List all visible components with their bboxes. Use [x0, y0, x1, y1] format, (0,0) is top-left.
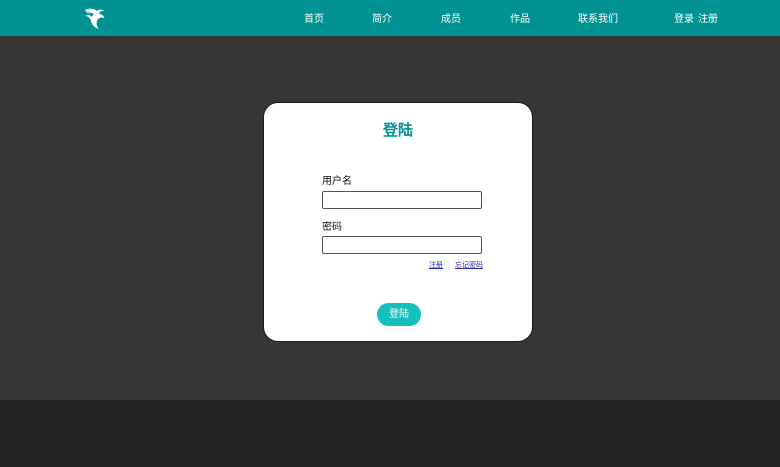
top-navbar: 首页 简介 成员 作品 联系我们 登录 注册: [0, 0, 780, 36]
forgot-password-link[interactable]: 忘记密码: [455, 261, 483, 270]
nav-register-link[interactable]: 注册: [698, 0, 718, 36]
footer: [0, 400, 780, 467]
login-title: 登陆: [382, 121, 413, 139]
nav-link-intro[interactable]: 简介: [372, 0, 392, 36]
nav-login-link[interactable]: 登录: [674, 0, 694, 36]
register-link[interactable]: 注册: [429, 261, 443, 270]
username-input[interactable]: [322, 191, 482, 209]
nav-link-members[interactable]: 成员: [441, 0, 461, 36]
nav-link-contact[interactable]: 联系我们: [578, 0, 618, 36]
password-label: 密码: [322, 222, 342, 233]
nav-link-home[interactable]: 首页: [304, 0, 324, 36]
username-label: 用户名: [322, 176, 352, 187]
eagle-head-icon[interactable]: [82, 6, 106, 30]
password-input[interactable]: [322, 236, 482, 254]
nav-link-works[interactable]: 作品: [510, 0, 530, 36]
login-submit-button[interactable]: 登陆: [377, 303, 421, 326]
login-card: 登陆 用户名 密码 注册 忘记密码 登陆: [263, 102, 533, 342]
